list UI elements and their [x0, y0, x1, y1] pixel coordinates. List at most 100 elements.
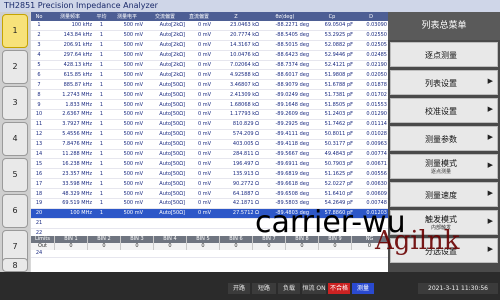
- table-cell[interactable]: -88.2271 deg: [260, 21, 310, 31]
- table-row[interactable]: 10 2.6367 MHz 1 500 mV Auto[50Ω] 0 mV 1.17793 …: [31, 109, 388, 120]
- table-cell[interactable]: 0 mV: [186, 69, 212, 81]
- table-cell[interactable]: [47, 218, 93, 229]
- table-cell[interactable]: 0 mV: [186, 208, 212, 219]
- table-cell[interactable]: 100 MHz: [47, 208, 93, 219]
- table-cell[interactable]: 500 mV: [110, 178, 144, 190]
- table-cell[interactable]: 0.01702: [354, 89, 388, 101]
- table-cell[interactable]: Auto[50Ω]: [144, 139, 186, 150]
- table-cell[interactable]: 1: [93, 188, 110, 200]
- table-cell[interactable]: 0 mV: [186, 168, 212, 180]
- table-cell[interactable]: Auto[50Ω]: [144, 158, 186, 170]
- table-row[interactable]: 17 33.598 MHz 1 500 mV Auto[50Ω] 0 mV 90.2772 …: [31, 178, 388, 190]
- table-cell[interactable]: 0.01290: [354, 109, 388, 120]
- table-cell[interactable]: 11: [31, 119, 47, 130]
- table-cell[interactable]: 16: [31, 168, 47, 180]
- table-cell[interactable]: 143.84 kHz: [47, 30, 93, 41]
- table-cell[interactable]: -88.9079 deg: [260, 79, 310, 91]
- table-cell[interactable]: 0.02550: [354, 30, 388, 41]
- table-cell[interactable]: 3.7927 MHz: [47, 119, 93, 130]
- table-cell[interactable]: [186, 218, 212, 229]
- table-cell[interactable]: 12: [31, 129, 47, 140]
- table-cell[interactable]: 0 mV: [186, 198, 212, 209]
- table-cell[interactable]: 1: [93, 198, 110, 209]
- table-cell[interactable]: 23.0463 kΩ: [212, 21, 260, 31]
- table-cell[interactable]: Auto[50Ω]: [144, 109, 186, 120]
- table-cell[interactable]: 21: [31, 218, 47, 229]
- table-cell[interactable]: -89.4118 deg: [260, 139, 310, 150]
- table-cell[interactable]: Auto[2kΩ]: [144, 40, 186, 51]
- table-cell[interactable]: 1: [93, 119, 110, 130]
- table-cell[interactable]: -88.5015 deg: [260, 40, 310, 51]
- table-cell[interactable]: 4: [31, 50, 47, 61]
- table-cell[interactable]: 1: [93, 79, 110, 91]
- table-cell[interactable]: 3: [31, 40, 47, 51]
- table-cell[interactable]: 7: [31, 79, 47, 91]
- table-cell[interactable]: Auto[2kΩ]: [144, 69, 186, 81]
- table-cell[interactable]: 500 mV: [110, 21, 144, 31]
- table-cell[interactable]: Auto[50Ω]: [144, 149, 186, 160]
- table-cell[interactable]: 33.598 MHz: [47, 178, 93, 190]
- table-cell[interactable]: 1: [93, 158, 110, 170]
- table-cell[interactable]: 500 mV: [110, 129, 144, 140]
- status-button[interactable]: 恒流 ON: [302, 283, 326, 294]
- table-cell[interactable]: 1: [93, 139, 110, 150]
- table-cell[interactable]: 1: [93, 129, 110, 140]
- table-cell[interactable]: 19: [31, 198, 47, 209]
- table-cell[interactable]: 49.4843 pF: [310, 149, 354, 160]
- table-cell[interactable]: 48.329 MHz: [47, 188, 93, 200]
- table-cell[interactable]: 69.0504 pF: [310, 21, 354, 31]
- table-cell[interactable]: 52.9446 pF: [310, 50, 354, 61]
- table-cell[interactable]: 428.13 kHz: [47, 60, 93, 71]
- table-row[interactable]: 12 5.4556 MHz 1 500 mV Auto[50Ω] 0 mV 574.209 …: [31, 129, 388, 140]
- table-cell[interactable]: 51.8505 pF: [310, 99, 354, 111]
- table-cell[interactable]: Auto[50Ω]: [144, 119, 186, 130]
- table-cell[interactable]: 0 mV: [186, 99, 212, 111]
- table-cell[interactable]: 1: [93, 178, 110, 190]
- table-cell[interactable]: 1: [31, 21, 47, 31]
- table-cell[interactable]: -88.6423 deg: [260, 50, 310, 61]
- table-cell[interactable]: 1: [93, 69, 110, 81]
- table-cell[interactable]: 2.41309 kΩ: [212, 89, 260, 101]
- table-cell[interactable]: 0 mV: [186, 79, 212, 91]
- menu-button[interactable]: 测量参数 ▶: [390, 126, 498, 151]
- table-cell[interactable]: 0 mV: [186, 21, 212, 31]
- table-cell[interactable]: 885.87 kHz: [47, 79, 93, 91]
- status-button[interactable]: 不合格: [328, 283, 350, 294]
- table-cell[interactable]: 51.9808 pF: [310, 69, 354, 81]
- table-cell[interactable]: 17: [31, 178, 47, 190]
- table-cell[interactable]: 0.02505: [354, 40, 388, 51]
- table-cell[interactable]: 15: [31, 158, 47, 170]
- table-cell[interactable]: Auto[50Ω]: [144, 198, 186, 209]
- table-cell[interactable]: -89.6819 deg: [260, 168, 310, 180]
- table-cell[interactable]: [110, 218, 144, 229]
- table-cell[interactable]: 52.4121 pF: [310, 60, 354, 71]
- tab-2[interactable]: 2: [2, 50, 28, 84]
- table-cell[interactable]: 500 mV: [110, 69, 144, 81]
- table-cell[interactable]: 1.833 MHz: [47, 99, 93, 111]
- table-cell[interactable]: 0.00630: [354, 178, 388, 190]
- table-cell[interactable]: 10.0476 kΩ: [212, 50, 260, 61]
- table-cell[interactable]: Auto[50Ω]: [144, 89, 186, 101]
- table-row[interactable]: 1 100 kHz 1 500 mV Auto[2kΩ] 0 mV 23.0463 kΩ -8…: [31, 21, 388, 31]
- table-cell[interactable]: 8: [31, 89, 47, 101]
- menu-button[interactable]: 测量模式 逐点测量 ▶: [390, 154, 498, 179]
- table-cell[interactable]: Auto[2kΩ]: [144, 50, 186, 61]
- table-cell[interactable]: 500 mV: [110, 89, 144, 101]
- table-cell[interactable]: [144, 218, 186, 229]
- table-cell[interactable]: 0.00671: [354, 158, 388, 170]
- table-cell[interactable]: 500 mV: [110, 149, 144, 160]
- table-cell[interactable]: 500 mV: [110, 158, 144, 170]
- tab-1[interactable]: 1: [2, 14, 28, 48]
- table-cell[interactable]: 6: [31, 69, 47, 81]
- table-row[interactable]: 15 16.238 MHz 1 500 mV Auto[50Ω] 0 mV 196.497 …: [31, 158, 388, 170]
- table-cell[interactable]: 0.00774: [354, 149, 388, 160]
- table-cell[interactable]: 0 mV: [186, 149, 212, 160]
- table-row[interactable]: 8 1.2743 MHz 1 500 mV Auto[50Ω] 0 mV 2.41309 k…: [31, 89, 388, 101]
- table-cell[interactable]: 50.7903 pF: [310, 158, 354, 170]
- table-cell[interactable]: 0.01114: [354, 119, 388, 130]
- table-cell[interactable]: -89.2925 deg: [260, 119, 310, 130]
- table-cell[interactable]: 53.2925 pF: [310, 30, 354, 41]
- table-cell[interactable]: Auto[2kΩ]: [144, 60, 186, 71]
- table-cell[interactable]: 1: [93, 168, 110, 180]
- table-row[interactable]: 14 11.288 MHz 1 500 mV Auto[50Ω] 0 mV 284.811 …: [31, 149, 388, 160]
